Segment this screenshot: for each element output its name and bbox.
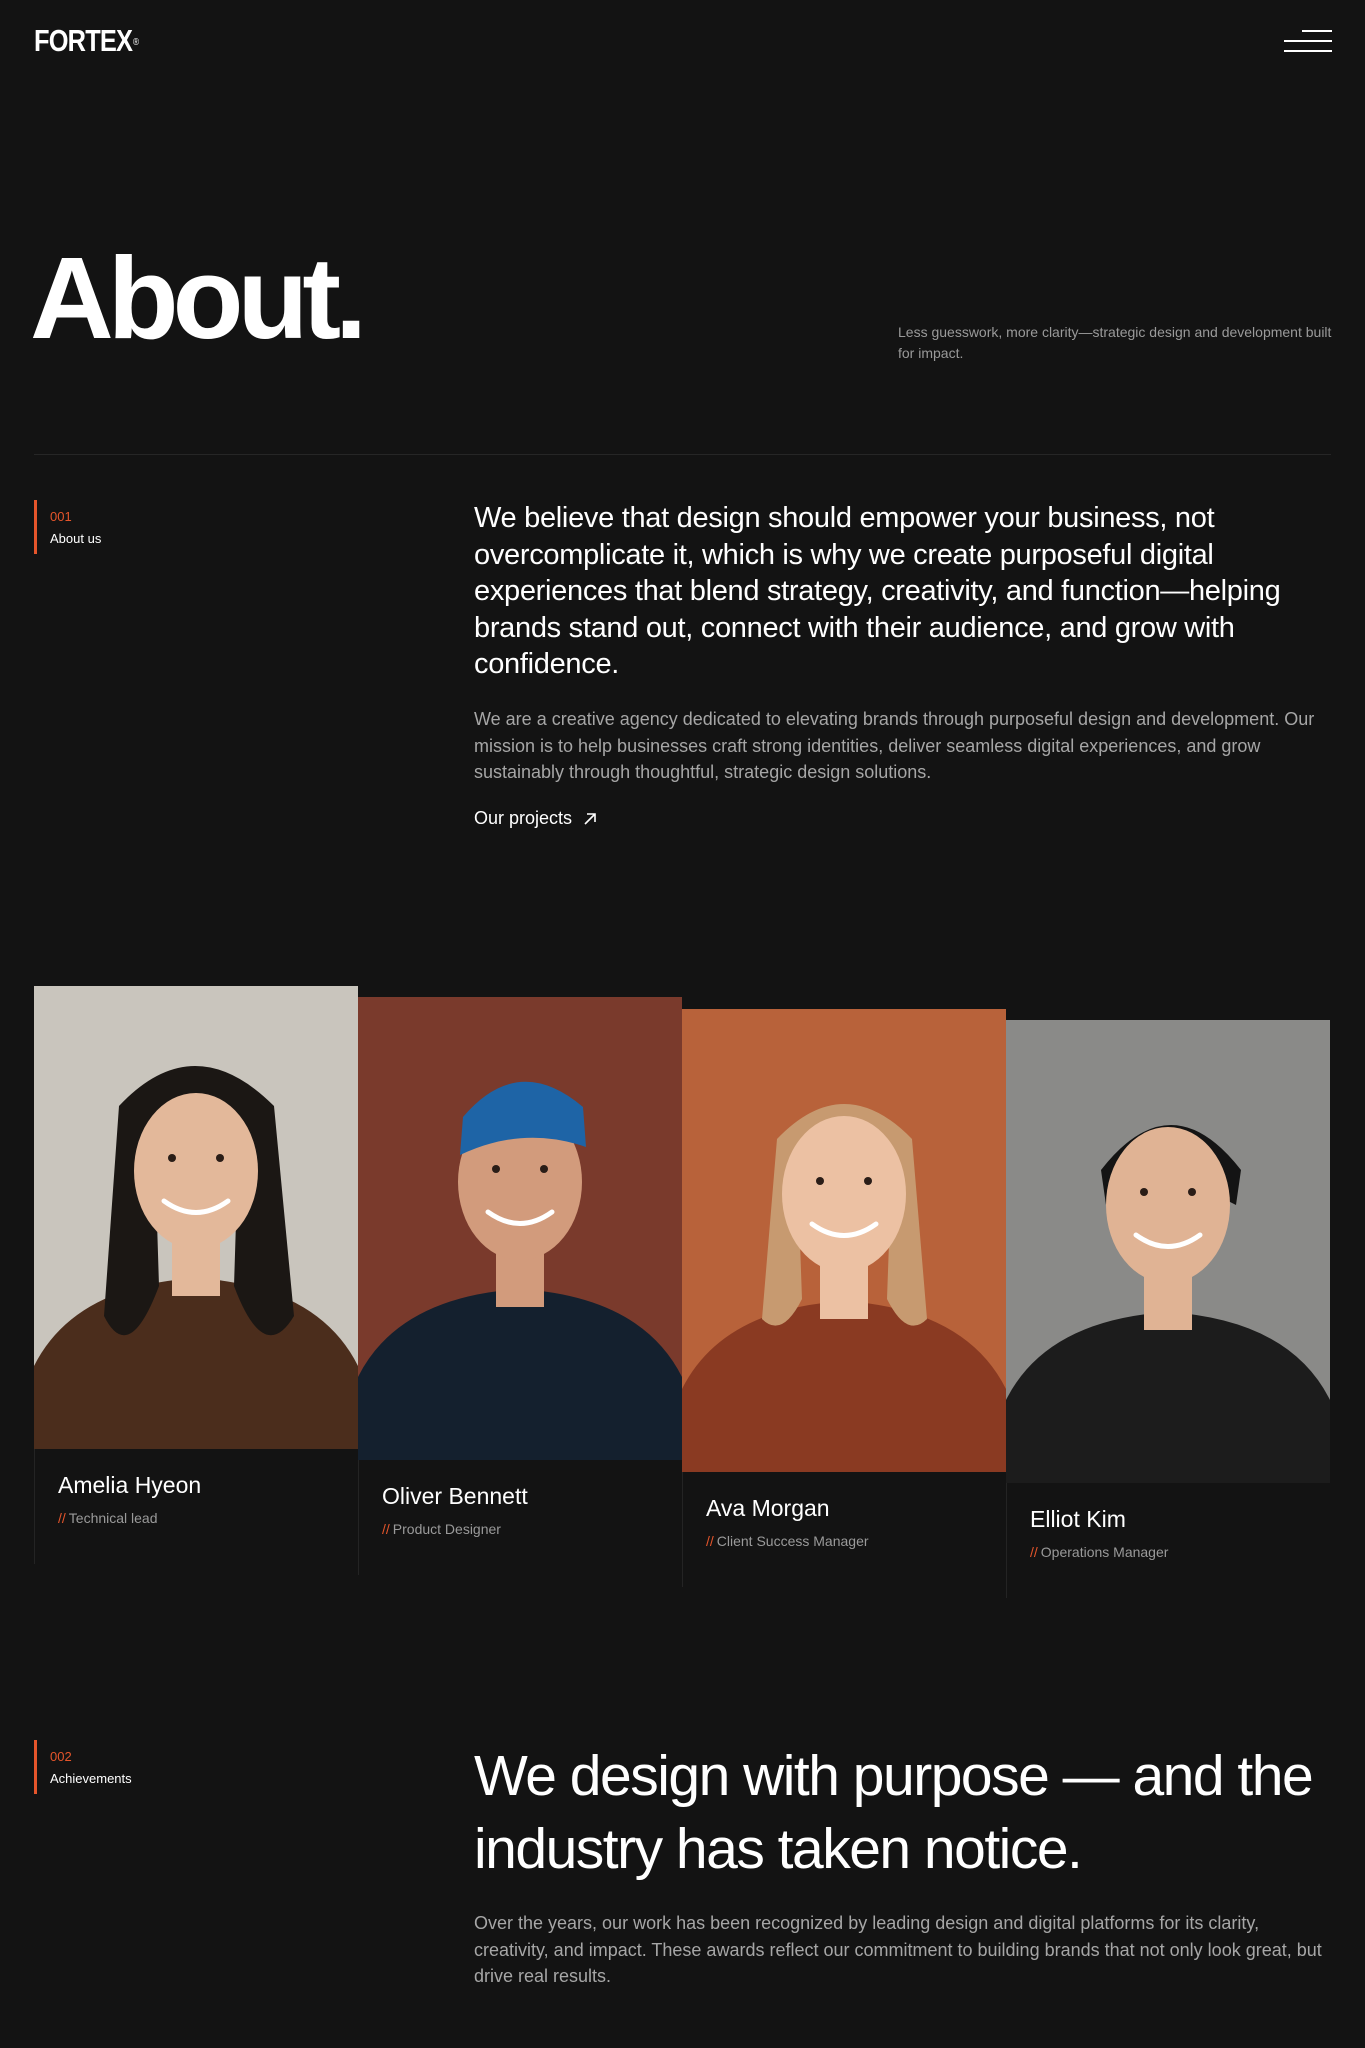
member-photo-frame [358, 997, 682, 1460]
section-marker-achievements: 002 Achievements [34, 1740, 132, 1794]
member-photo [358, 997, 682, 1460]
about-lead: We believe that design should empower yo… [474, 502, 1281, 680]
our-projects-link[interactable]: Our projects [474, 808, 598, 829]
role-prefix: // [382, 1521, 390, 1537]
member-info: Elliot Kim //Operations Manager [1006, 1483, 1330, 1598]
member-info: Ava Morgan //Client Success Manager [682, 1472, 1006, 1587]
member-photo-frame [34, 986, 358, 1449]
team-member-card[interactable]: Oliver Bennett //Product Designer [358, 997, 682, 1575]
section-number: 001 [50, 509, 72, 524]
achievements-body: Over the years, our work has been recogn… [474, 1913, 1322, 1986]
member-photo [1006, 1020, 1330, 1483]
member-name: Ava Morgan [706, 1495, 830, 1521]
arrow-up-right-icon [584, 812, 596, 825]
team-member-card[interactable]: Elliot Kim //Operations Manager [1006, 1020, 1330, 1598]
member-photo [34, 986, 358, 1449]
member-role: //Client Success Manager [706, 1533, 1006, 1549]
our-projects-label: Our projects [474, 808, 573, 828]
achievements-heading: We design with purpose — and the industr… [474, 1744, 1314, 1881]
role-prefix: // [706, 1533, 714, 1549]
member-role: //Technical lead [58, 1510, 358, 1526]
member-info: Oliver Bennett //Product Designer [358, 1460, 682, 1575]
role-prefix: // [1030, 1544, 1038, 1560]
role-prefix: // [58, 1510, 66, 1526]
about-body: We are a creative agency dedicated to el… [474, 709, 1315, 782]
member-role-text: Client Success Manager [716, 1533, 869, 1549]
member-name: Elliot Kim [1030, 1506, 1126, 1532]
hero-tagline: Less guesswork, more clarity—strategic d… [898, 324, 1332, 361]
member-role: //Product Designer [382, 1521, 682, 1537]
menu-icon[interactable] [1284, 28, 1332, 54]
team-member-card[interactable]: Ava Morgan //Client Success Manager [682, 1009, 1006, 1587]
team-member-card[interactable]: Amelia Hyeon //Technical lead [34, 986, 358, 1564]
section-divider [34, 454, 1331, 455]
section-label: Achievements [50, 1771, 132, 1786]
member-role-text: Product Designer [392, 1521, 501, 1537]
member-photo-frame [682, 1009, 1006, 1472]
member-photo-frame [1006, 1020, 1330, 1483]
section-marker-about: 001 About us [34, 500, 101, 554]
logo[interactable]: FORTEX® [34, 23, 139, 58]
member-name: Amelia Hyeon [58, 1472, 202, 1498]
member-role-text: Operations Manager [1040, 1544, 1169, 1560]
member-role-text: Technical lead [68, 1510, 158, 1526]
member-info: Amelia Hyeon //Technical lead [34, 1449, 358, 1564]
page-title: About. [30, 233, 367, 363]
member-name: Oliver Bennett [382, 1483, 528, 1509]
member-photo [682, 1009, 1006, 1472]
registered-mark: ® [133, 37, 139, 48]
member-role: //Operations Manager [1030, 1544, 1330, 1560]
section-number: 002 [50, 1749, 72, 1764]
section-label: About us [50, 531, 102, 546]
logo-text: FORTEX [34, 23, 133, 58]
